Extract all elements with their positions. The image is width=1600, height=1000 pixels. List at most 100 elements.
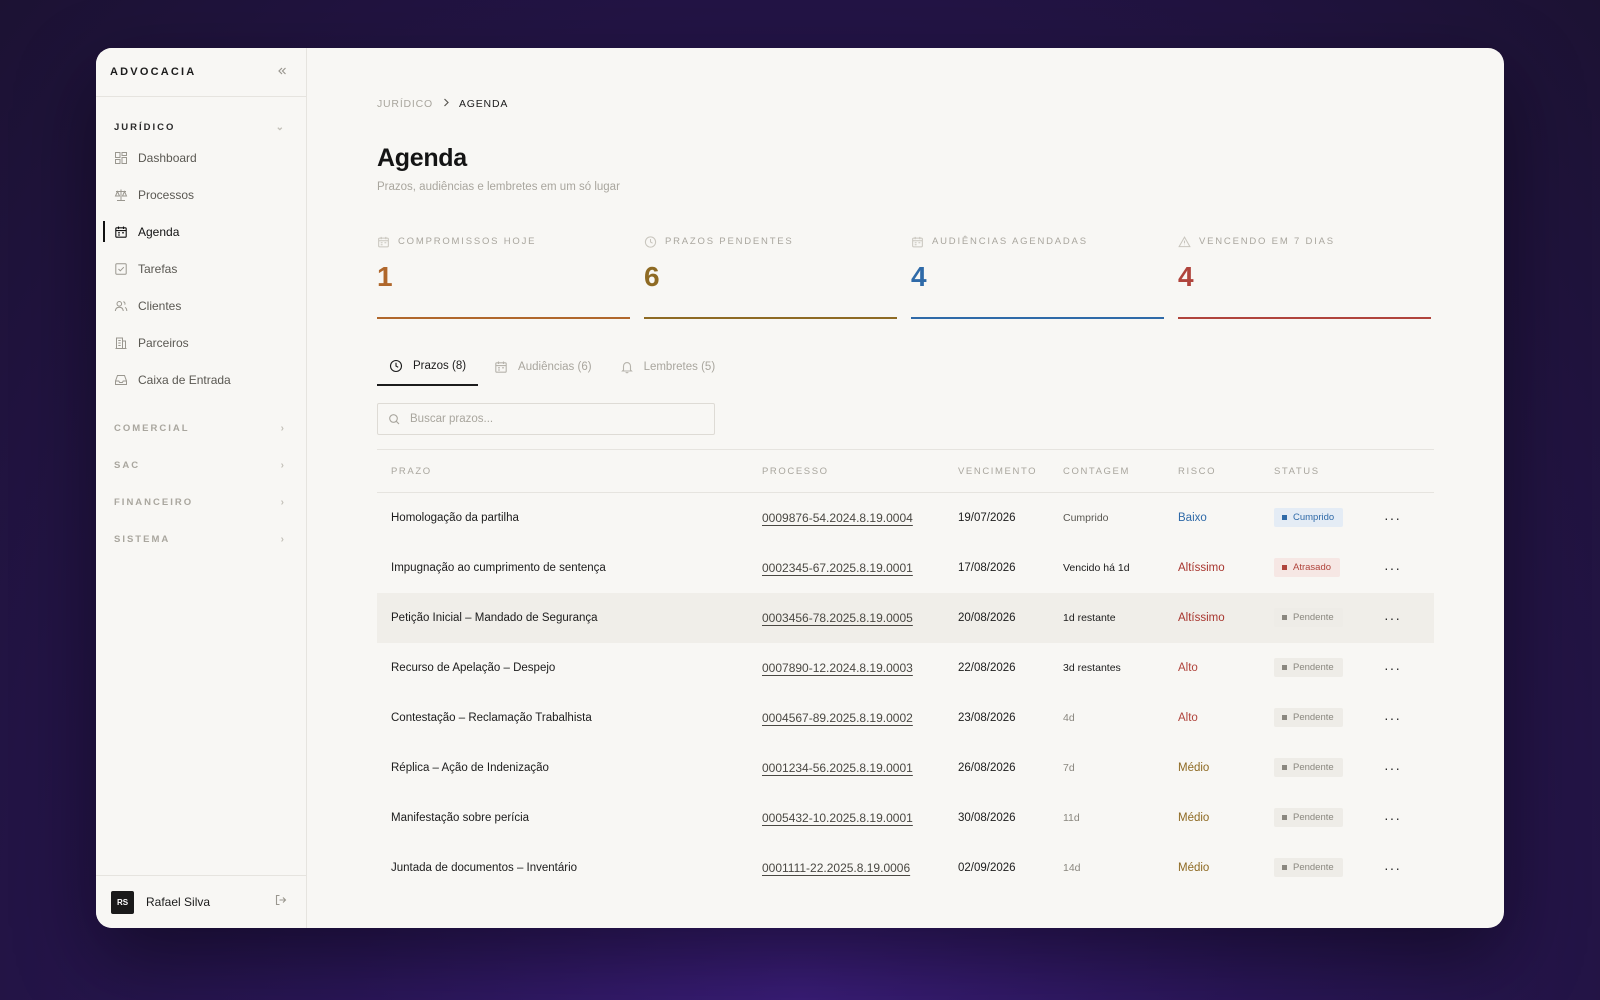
nav-group-juridico[interactable]: JURÍDICO ⌄ [96,115,306,139]
nav-group-financeiro[interactable]: FINANCEIRO › [96,490,306,514]
tab-lembretes[interactable]: Lembretes (5) [608,347,728,386]
status-square-icon [1282,715,1287,720]
nav-group-comercial[interactable]: COMERCIAL › [96,416,306,440]
process-cell: 0004567-89.2025.8.19.0002 [762,693,958,743]
deadline-name: Juntada de documentos – Inventário [391,861,578,874]
page-subtitle: Prazos, audiências e lembretes em um só … [377,181,620,193]
process-link[interactable]: 0002345-67.2025.8.19.0001 [762,561,913,575]
process-link[interactable]: 0009876-54.2024.8.19.0004 [762,511,913,525]
tab-audiencias[interactable]: Audiências (6) [482,347,604,386]
search-box [377,403,715,435]
table-row[interactable]: Impugnação ao cumprimento de sentença 00… [377,543,1434,593]
table-row[interactable]: Manifestação sobre perícia 0005432-10.20… [377,793,1434,843]
sidebar-item-agenda[interactable]: Agenda [96,213,306,250]
scale-icon [114,188,128,202]
stat-value: 6 [644,261,660,292]
stat-card: PRAZOS PENDENTES 6 [644,235,897,319]
table-row[interactable]: Juntada de documentos – Inventário 00011… [377,843,1434,893]
risk-level: Altíssimo [1178,561,1225,574]
more-options-icon[interactable]: ··· [1384,560,1401,576]
status-square-icon [1282,565,1287,570]
process-link[interactable]: 0001234-56.2025.8.19.0001 [762,761,913,775]
risk-level: Altíssimo [1178,611,1225,624]
sidebar-item-caixa-de-entrada[interactable]: Caixa de Entrada [96,361,306,398]
deadline-name: Contestação – Reclamação Trabalhista [391,711,592,724]
status-cell: Pendente [1274,743,1384,793]
tab-label: Lembretes (5) [643,360,716,373]
column-header-contagem[interactable]: CONTAGEM [1063,450,1178,493]
nav-group-sac[interactable]: SAC › [96,453,306,477]
status-square-icon [1282,815,1287,820]
stat-label-row: COMPROMISSOS HOJE [377,235,630,248]
column-header-risco[interactable]: RISCO [1178,450,1274,493]
chevron-right-icon: › [280,422,286,434]
logout-icon[interactable] [274,893,288,912]
due-date: 22/08/2026 [958,661,1016,674]
status-badge: Pendente [1274,658,1343,677]
breadcrumb-root[interactable]: JURÍDICO [377,98,433,110]
sidebar-item-label: Dashboard [138,150,197,165]
collapse-sidebar-icon[interactable] [276,65,288,80]
table-row[interactable]: Réplica – Ação de Indenização 0001234-56… [377,743,1434,793]
stat-value: 4 [1178,261,1194,292]
status-badge: Pendente [1274,858,1343,877]
column-header-processo[interactable]: PROCESSO [762,450,958,493]
actions-cell: ··· [1384,643,1434,693]
tab-prazos[interactable]: Prazos (8) [377,347,479,386]
risk-level: Médio [1178,811,1210,824]
sidebar-item-tarefas[interactable]: Tarefas [96,250,306,287]
sidebar-item-dashboard[interactable]: Dashboard [96,139,306,176]
chevron-right-icon: › [280,533,286,545]
due-date: 02/09/2026 [958,861,1016,874]
more-options-icon[interactable]: ··· [1384,710,1401,726]
column-header-status[interactable]: STATUS [1274,450,1384,493]
table-row[interactable]: Petição Inicial – Mandado de Segurança 0… [377,592,1434,643]
actions-cell: ··· [1384,593,1434,643]
process-link[interactable]: 0003456-78.2025.8.19.0005 [762,611,913,625]
stat-card: AUDIÊNCIAS AGENDADAS 4 [911,235,1164,319]
brand-logo: ADVOCACIA [110,66,197,78]
process-cell: 0002345-67.2025.8.19.0001 [762,543,958,593]
page-title: Agenda [377,144,467,172]
countdown: Cumprido [1063,511,1109,524]
sidebar-item-parceiros[interactable]: Parceiros [96,324,306,361]
more-options-icon[interactable]: ··· [1384,510,1401,526]
more-options-icon[interactable]: ··· [1384,610,1401,626]
more-options-icon[interactable]: ··· [1384,660,1401,676]
chevron-right-icon: › [280,496,286,508]
sidebar-header: ADVOCACIA [96,48,306,97]
process-link[interactable]: 0007890-12.2024.8.19.0003 [762,661,913,675]
more-options-icon[interactable]: ··· [1384,860,1401,876]
process-link[interactable]: 0001111-22.2025.8.19.0006 [762,861,910,875]
countdown: 14d [1063,861,1081,874]
countdown: Vencido há 1d [1063,561,1130,574]
process-link[interactable]: 0004567-89.2025.8.19.0002 [762,711,913,725]
countdown: 4d [1063,711,1075,724]
sidebar-item-clientes[interactable]: Clientes [96,287,306,324]
tab-bar: Prazos (8) Audiências (6) Lembretes (5) [377,347,1434,386]
more-options-icon[interactable]: ··· [1384,810,1401,826]
table-row[interactable]: Contestação – Reclamação Trabalhista 000… [377,693,1434,743]
process-link[interactable]: 0005432-10.2025.8.19.0001 [762,811,913,825]
actions-cell: ··· [1384,793,1434,843]
column-header-prazo[interactable]: PRAZO [377,450,762,493]
countdown: 7d [1063,761,1075,774]
chevron-right-icon: › [280,459,286,471]
status-label: Pendente [1293,812,1334,823]
avatar[interactable]: RS [111,890,134,914]
status-badge: Pendente [1274,808,1343,827]
table-row[interactable]: Homologação da partilha 0009876-54.2024.… [377,493,1434,543]
risk-level: Alto [1178,711,1198,724]
status-square-icon [1282,865,1287,870]
countdown: 1d restante [1063,611,1116,624]
sidebar-item-processos[interactable]: Processos [96,176,306,213]
search-input[interactable] [410,413,700,425]
clock-icon [644,235,657,248]
nav-group-sistema[interactable]: SISTEMA › [96,527,306,551]
more-options-icon[interactable]: ··· [1384,760,1401,776]
column-header-vencimento[interactable]: VENCIMENTO [958,450,1063,493]
calendar-icon [377,235,390,248]
table-row[interactable]: Recurso de Apelação – Despejo 0007890-12… [377,643,1434,693]
risk-level: Baixo [1178,511,1207,524]
risk-level: Médio [1178,761,1210,774]
